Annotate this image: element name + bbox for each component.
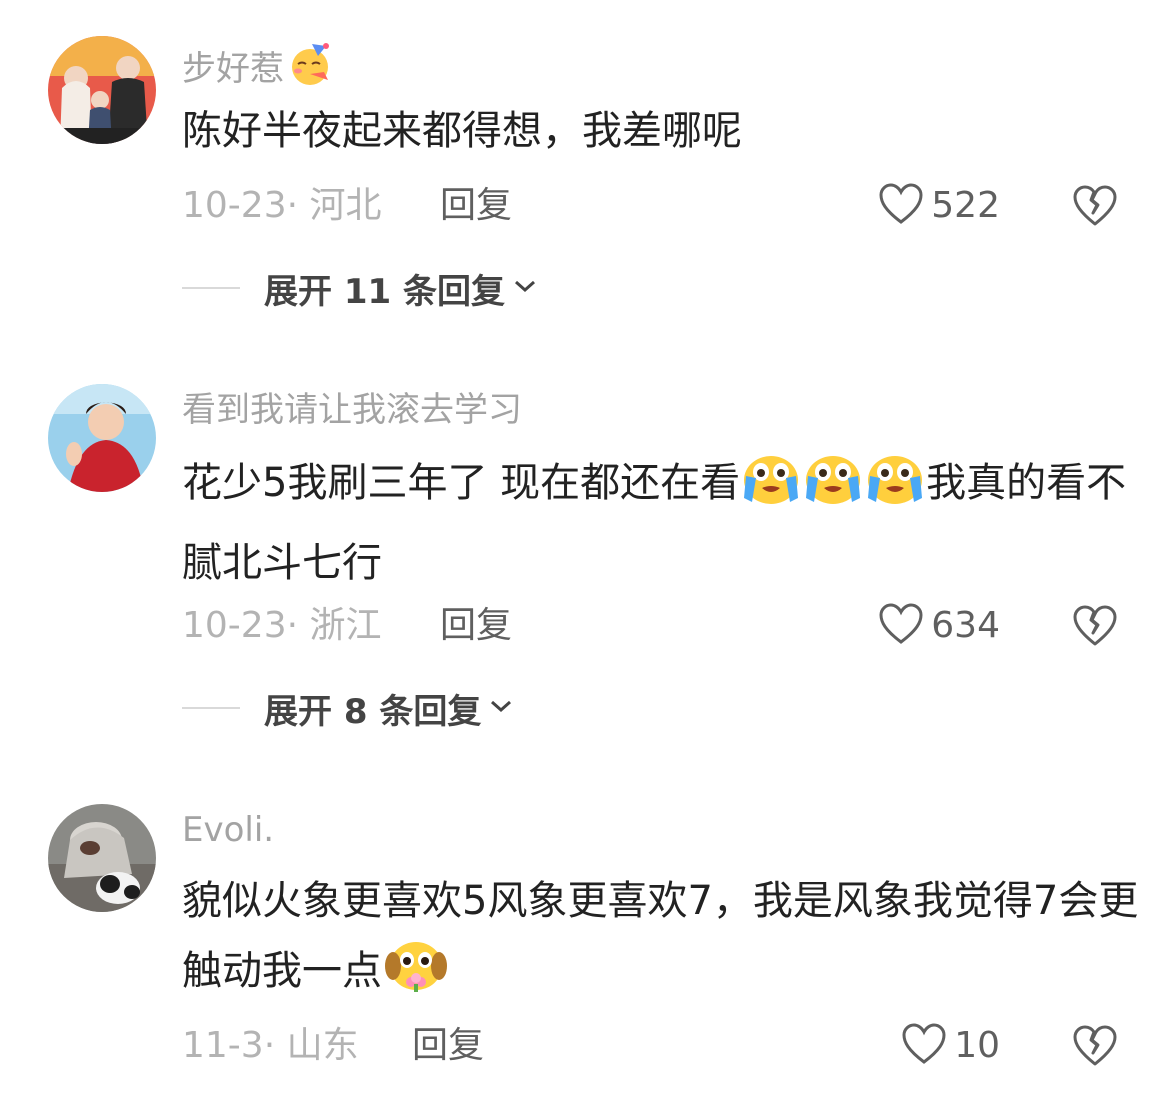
heart-outline-icon (877, 602, 925, 650)
username-text: 步好惹 (182, 49, 284, 89)
comment-text: 陈好半夜起来都得想，我差哪呢 (182, 96, 1142, 166)
reply-button[interactable]: 回复 (440, 184, 512, 228)
reply-button[interactable]: 回复 (412, 1024, 484, 1068)
like-count: 634 (931, 605, 1000, 646)
reply-button[interactable]: 回复 (440, 604, 512, 648)
avatar[interactable] (48, 804, 156, 912)
avatar[interactable] (48, 384, 156, 492)
divider (182, 287, 240, 289)
date-location: 10-23· 浙江 (182, 605, 382, 646)
party-face-emoji-icon (288, 42, 334, 99)
dislike-button[interactable] (1072, 184, 1118, 228)
expand-replies[interactable]: 展开 11 条回复 (182, 266, 537, 312)
date-location: 11-3· 山东 (182, 1025, 359, 1066)
dislike-button[interactable] (1072, 604, 1118, 648)
comment-text: 貌似火象更喜欢5风象更喜欢7，我是风象我觉得7会更触动我一点 (182, 866, 1142, 1016)
expand-replies-label: 展开 11 条回复 (264, 271, 505, 312)
like-button[interactable]: 10 (900, 1022, 1000, 1070)
dislike-button[interactable] (1072, 1024, 1118, 1068)
like-count: 10 (954, 1025, 1000, 1066)
crying-face-emoji-icon (866, 454, 924, 528)
broken-heart-icon (1072, 185, 1118, 232)
broken-heart-icon (1072, 605, 1118, 652)
chevron-down-icon (513, 278, 537, 298)
like-button[interactable]: 522 (877, 182, 1000, 230)
like-button[interactable]: 634 (877, 602, 1000, 650)
crying-face-emoji-icon (742, 454, 800, 528)
puppy-flower-emoji-icon (384, 936, 448, 1016)
comment-text-part: 花少5我刷三年了 现在都还在看 (182, 460, 741, 506)
expand-replies[interactable]: 展开 8 条回复 (182, 686, 513, 732)
comment-text-part: 陈好半夜起来都得想，我差哪呢 (182, 108, 742, 154)
comment-text: 花少5我刷三年了 现在都还在看 我真的看不腻北斗七行 (182, 448, 1142, 598)
divider (182, 707, 240, 709)
avatar[interactable] (48, 36, 156, 144)
crying-face-emoji-icon (804, 454, 862, 528)
like-count: 522 (931, 185, 1000, 226)
chevron-down-icon (489, 698, 513, 718)
username[interactable]: Evoli. (182, 808, 274, 852)
username[interactable]: 看到我请让我滚去学习 (182, 388, 522, 432)
date-location: 10-23· 河北 (182, 185, 382, 226)
expand-replies-label: 展开 8 条回复 (264, 691, 482, 732)
heart-outline-icon (877, 182, 925, 230)
broken-heart-icon (1072, 1025, 1118, 1072)
heart-outline-icon (900, 1022, 948, 1070)
comment-text-part: 貌似火象更喜欢5风象更喜欢7，我是风象我觉得7会更触动我一点 (182, 878, 1139, 994)
username[interactable]: 步好惹 (182, 42, 334, 99)
